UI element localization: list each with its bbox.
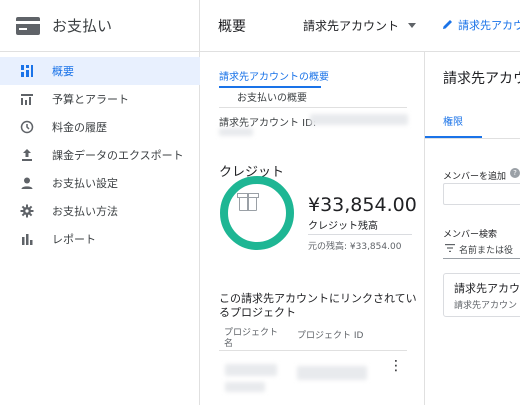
sidebar: お支払い 概要 予算とアラート 料金の履歴 課金データのエクスポート お支払い設… [0,0,200,405]
account-selector[interactable]: 請求先アカウント [303,17,399,34]
divider [219,350,407,351]
top-bar: 概要 請求先アカウント 請求先アカウ [200,0,520,52]
sidebar-item-overview[interactable]: 概要 [0,57,200,85]
sidebar-item-label: お支払い方法 [52,205,118,218]
sidebar-item-export[interactable]: 課金データのエクスポート [0,141,200,169]
sidebar-item-label: お支払い設定 [52,177,118,190]
sidebar-title: お支払い [52,17,113,35]
filter-icon [445,244,455,252]
sidebar-item-settings[interactable]: お支払い設定 [0,169,200,197]
credit-card-icon [16,17,40,35]
dashboard-icon [21,65,33,77]
role-subtitle: 請求先アカウン [454,301,518,311]
caret-down-icon[interactable] [408,23,416,28]
credit-ring [220,176,294,250]
linked-projects-title: この請求先アカウントにリンクされているプロジェクト [219,292,417,319]
add-member-input[interactable] [443,183,520,205]
upload-icon [22,149,32,161]
bar-chart-icon [22,234,33,245]
member-search-input[interactable]: 名前または役 [443,239,520,259]
column-header-project-id[interactable]: プロジェクト ID [297,328,363,341]
sidebar-item-history[interactable]: 料金の履歴 [0,113,200,141]
permissions-panel: 請求先アカウ 権限 メンバーを追加 ? メンバー検索 名前または役 請求先アカウ… [425,52,520,405]
divider [308,234,412,235]
original-amount: 元の残高: ¥33,854.00 [308,242,402,252]
credit-remaining-label: クレジット残高 [308,221,378,232]
edit-account-link[interactable]: 請求先アカウ [458,17,520,33]
account-id-value-redacted [310,114,408,125]
add-member-label: メンバーを追加 [443,172,507,182]
sidebar-item-label: レポート [52,233,96,246]
tab-payment-overview[interactable]: お支払いの概要 [237,89,307,104]
project-id-redacted [297,366,367,380]
account-id-label: 請求先アカウント ID: [219,118,317,129]
sidebar-item-label: 課金データのエクスポート [52,149,184,162]
project-name-redacted [225,382,265,392]
pencil-icon[interactable] [442,18,454,30]
tab-account-overview[interactable]: 請求先アカウントの概要 [219,68,329,83]
person-icon [21,177,33,189]
sidebar-header: お支払い [0,0,200,52]
page-title: 概要 [218,19,246,35]
panel-title: 請求先アカウ [443,71,520,87]
tab-permissions[interactable]: 権限 [443,113,463,128]
gift-ribbon-icon [247,193,249,211]
credit-amount: ¥33,854.00 [308,194,417,216]
sidebar-item-label: 概要 [52,65,74,78]
divider [219,107,407,108]
sidebar-item-budgets[interactable]: 予算とアラート [0,85,200,113]
account-id-value-redacted [219,128,253,136]
overview-panel: 請求先アカウントの概要 お支払いの概要 請求先アカウント ID: クレジット ¥… [200,52,425,405]
sidebar-item-reports[interactable]: レポート [0,225,200,253]
search-placeholder: 名前または役 [459,246,514,256]
active-tab-indicator [219,86,321,88]
divider [425,138,520,139]
budget-chart-icon [21,94,33,105]
help-icon[interactable]: ? [510,168,520,178]
gear-icon [20,204,34,218]
project-name-redacted [225,364,277,376]
clock-icon [20,120,34,134]
role-title: 請求先アカウ [454,282,520,295]
sidebar-item-label: 料金の履歴 [52,121,107,134]
member-role-card[interactable]: 請求先アカウ 請求先アカウン [443,273,520,317]
more-vert-icon[interactable]: ⋮ [389,358,403,374]
sidebar-item-label: 予算とアラート [52,93,129,106]
column-header-project-name[interactable]: プロジェクト名 [224,328,284,350]
table-row[interactable] [219,352,407,405]
sidebar-item-payment-method[interactable]: お支払い方法 [0,197,200,225]
